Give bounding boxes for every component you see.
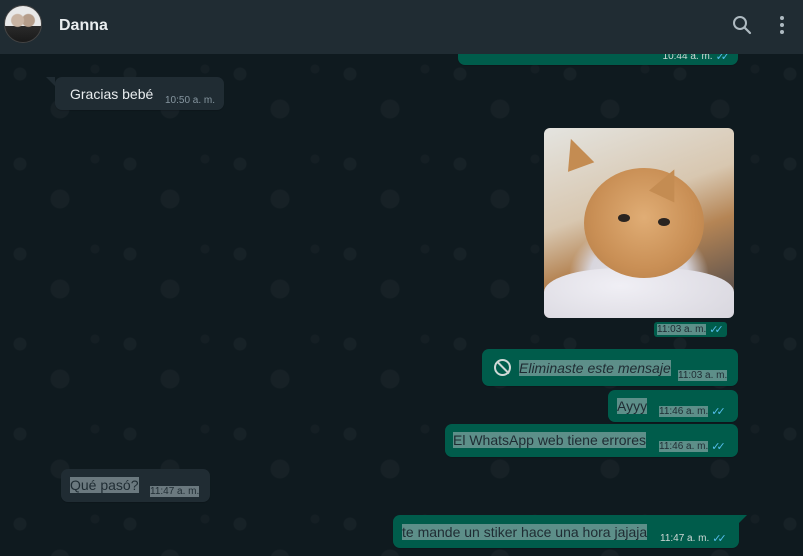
- message-bubble-incoming[interactable]: Gracias bebé 10:50 a. m.: [55, 77, 224, 110]
- message-text: Ayyy: [617, 398, 648, 414]
- message-time: 11:47 a. m.: [150, 486, 200, 497]
- message-meta: 11:46 a. m. ✓✓: [659, 405, 726, 418]
- message-time: 11:03 a. m.: [678, 370, 728, 381]
- message-text: Eliminaste este mensaje: [519, 360, 671, 376]
- message-bubble-outgoing[interactable]: El WhatsApp web tiene errores 11:46 a. m…: [445, 424, 738, 457]
- message-meta: 11:47 a. m. ✓✓: [660, 532, 727, 545]
- message-text: te mande un stiker hace una hora jajaja: [402, 524, 648, 540]
- kebab-menu-icon[interactable]: [771, 14, 793, 36]
- message-text: El WhatsApp web tiene errores: [453, 432, 646, 448]
- message-bubble-incoming[interactable]: Qué pasó? 11:47 a. m.: [61, 469, 210, 502]
- read-ticks-icon: ✓✓: [709, 324, 724, 336]
- message-time: 10:44 a. m.: [662, 54, 713, 62]
- message-text: Gracias bebé: [70, 86, 154, 102]
- bubble-tail: [46, 77, 55, 86]
- message-meta: 11:03 a. m.: [678, 370, 728, 381]
- message-time: 11:03 a. m.: [657, 324, 707, 335]
- photo-cat-eye: [658, 218, 670, 226]
- search-icon[interactable]: [731, 14, 753, 36]
- bubble-tail: [738, 515, 747, 524]
- chat-header: Danna: [0, 0, 803, 54]
- message-time: 11:46 a. m.: [659, 441, 709, 452]
- message-time: 11:47 a. m.: [660, 533, 710, 544]
- contact-avatar[interactable]: [4, 5, 42, 43]
- message-meta: 10:44 a. m. ✓✓: [662, 54, 731, 63]
- message-meta: 11:47 a. m.: [150, 486, 200, 497]
- read-ticks-icon: ✓✓: [715, 54, 731, 63]
- deleted-message-icon: [494, 359, 511, 376]
- contact-name[interactable]: Danna: [59, 17, 108, 35]
- photo-cat-eye: [618, 214, 630, 222]
- message-bubble-outgoing[interactable]: 10:44 a. m. ✓✓: [458, 54, 738, 65]
- photo-timestamp: 11:03 a. m. ✓✓: [654, 322, 727, 337]
- message-meta: 10:50 a. m.: [165, 95, 215, 106]
- read-ticks-icon: ✓✓: [711, 406, 726, 418]
- message-time: 10:50 a. m.: [165, 95, 216, 106]
- kitten-photo[interactable]: [544, 128, 734, 318]
- read-ticks-icon: ✓✓: [711, 441, 726, 453]
- message-bubble-outgoing[interactable]: Ayyy 11:46 a. m. ✓✓: [608, 390, 738, 422]
- photo-cat-ear: [557, 134, 595, 172]
- message-bubble-deleted[interactable]: Eliminaste este mensaje 11:03 a. m.: [482, 349, 738, 386]
- message-time: 11:46 a. m.: [659, 406, 709, 417]
- message-text: Qué pasó?: [70, 477, 139, 493]
- photo-cat-face: [584, 168, 704, 278]
- message-meta: 11:46 a. m. ✓✓: [659, 440, 726, 453]
- message-bubble-outgoing[interactable]: te mande un stiker hace una hora jajaja …: [393, 515, 739, 548]
- read-ticks-icon: ✓✓: [712, 533, 727, 545]
